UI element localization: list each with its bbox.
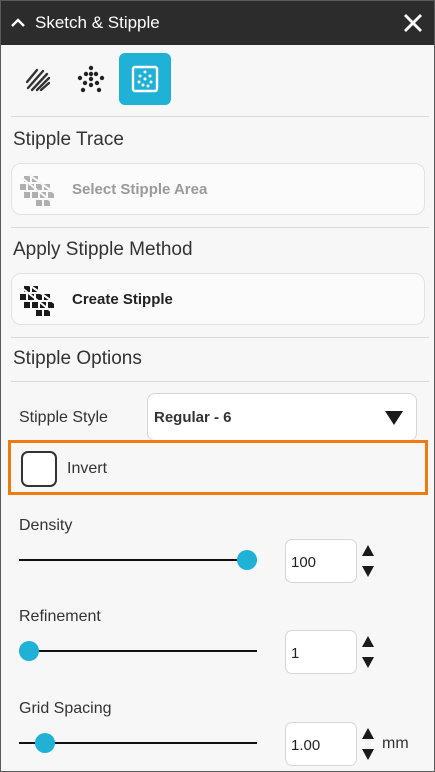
divider [11, 116, 429, 117]
divider [11, 381, 429, 382]
grid-spacing-label: Grid Spacing [19, 700, 112, 717]
density-input[interactable]: 100 [285, 539, 357, 583]
refinement-slider-thumb[interactable] [19, 641, 39, 661]
stipple-dots-mode-button[interactable] [65, 53, 117, 105]
invert-checkbox[interactable] [21, 451, 57, 487]
density-value: 100 [291, 554, 317, 571]
stipple-dots-icon [77, 65, 105, 93]
density-slider-thumb[interactable] [237, 550, 257, 570]
dropdown-arrow-icon [385, 411, 403, 425]
refinement-spinner-icon[interactable] [360, 634, 376, 670]
stipple-pattern-mode-button[interactable] [119, 53, 171, 105]
create-stipple-icon [20, 283, 57, 316]
create-stipple-label: Create Stipple [72, 291, 173, 308]
refinement-input[interactable]: 1 [285, 630, 357, 674]
divider [11, 337, 429, 338]
sketch-mode-button[interactable] [12, 53, 64, 105]
density-spinner-icon[interactable] [360, 543, 376, 579]
refinement-slider-track[interactable] [19, 650, 257, 652]
select-stipple-area-label: Select Stipple Area [72, 181, 208, 198]
mode-toolbar [1, 45, 434, 115]
stipple-pattern-icon [131, 65, 159, 93]
grid-spacing-unit: mm [382, 735, 409, 752]
grid-spacing-spinner-icon[interactable] [360, 726, 376, 762]
stipple-area-icon [20, 173, 57, 206]
invert-label: Invert [67, 460, 108, 477]
stipple-style-value: Regular - 6 [154, 409, 232, 426]
sketch-stipple-panel: Sketch & Stipple Stipple Trace Select St… [0, 0, 435, 772]
stipple-options-heading: Stipple Options [13, 348, 142, 369]
title-bar: Sketch & Stipple [1, 1, 434, 45]
sketch-strokes-icon [25, 68, 51, 92]
panel-title: Sketch & Stipple [35, 13, 160, 32]
create-stipple-button[interactable]: Create Stipple [11, 273, 425, 325]
density-label: Density [19, 517, 73, 534]
grid-spacing-slider-thumb[interactable] [35, 733, 55, 753]
refinement-value: 1 [291, 645, 300, 662]
stipple-style-label: Stipple Style [19, 409, 108, 426]
close-icon[interactable] [401, 11, 425, 35]
grid-spacing-value: 1.00 [291, 737, 321, 754]
apply-stipple-method-heading: Apply Stipple Method [13, 239, 193, 260]
refinement-label: Refinement [19, 608, 101, 625]
density-slider-track[interactable] [19, 559, 257, 561]
select-stipple-area-button[interactable]: Select Stipple Area [11, 163, 425, 215]
chevron-up-icon[interactable] [9, 14, 27, 32]
stipple-style-dropdown[interactable]: Regular - 6 [147, 393, 417, 441]
divider [11, 227, 429, 228]
stipple-trace-heading: Stipple Trace [13, 129, 124, 150]
invert-option-row: Invert [8, 440, 428, 495]
grid-spacing-input[interactable]: 1.00 [285, 722, 357, 766]
